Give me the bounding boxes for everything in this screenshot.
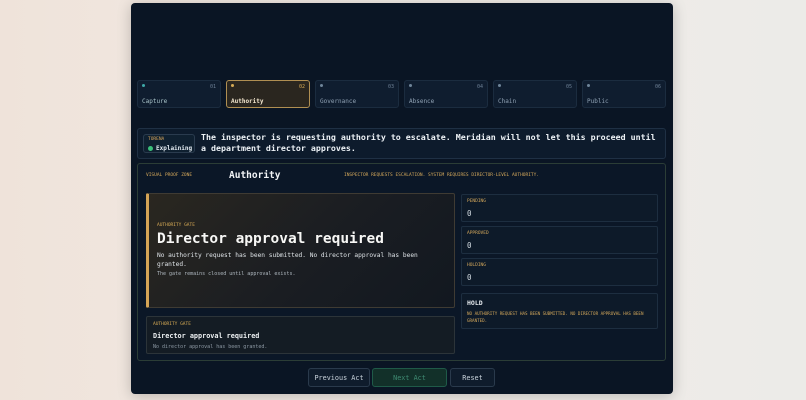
authority-gate-card: AUTHORITY GATE Director approval require…: [146, 193, 455, 308]
tab-number: 05: [565, 84, 572, 90]
status-dot-icon: [148, 146, 153, 151]
zone-tag: VISUAL PROOF ZONE: [146, 173, 193, 178]
tab-number: 01: [209, 84, 216, 90]
zone-note: INSPECTOR REQUESTS ESCALATION. SYSTEM RE…: [344, 173, 540, 178]
status-dot-icon: [231, 84, 234, 87]
status-dot-icon: [409, 84, 412, 87]
stat-holding: HOLDING 0: [461, 258, 658, 286]
summary-description: No director approval has been granted.: [153, 344, 268, 350]
speaker-state: Explaining: [156, 145, 193, 152]
tab-label: Authority: [231, 98, 264, 105]
authority-gate-summary: AUTHORITY GATE Director approval require…: [146, 316, 455, 354]
status-dot-icon: [587, 84, 590, 87]
status-dot-icon: [142, 84, 145, 87]
tab-label: Capture: [142, 98, 168, 105]
visual-proof-zone: VISUAL PROOF ZONE Authority INSPECTOR RE…: [137, 163, 666, 361]
tab-label: Absence: [409, 98, 435, 105]
hold-description: NO AUTHORITY REQUEST HAS BEEN SUBMITTED.…: [467, 311, 644, 323]
summary-title: Director approval required: [153, 332, 260, 340]
tab-absence[interactable]: 04 Absence: [404, 80, 488, 108]
hold-status-card: HOLD NO AUTHORITY REQUEST HAS BEEN SUBMI…: [461, 293, 658, 329]
zone-title: Authority: [229, 170, 281, 181]
tab-governance[interactable]: 03 Governance: [315, 80, 399, 108]
gate-tag: AUTHORITY GATE: [157, 223, 195, 228]
tab-number: 03: [387, 84, 394, 90]
status-dot-icon: [498, 84, 501, 87]
stat-value: 0: [467, 273, 472, 282]
tab-authority[interactable]: 02 Authority: [226, 80, 310, 108]
gate-title: Director approval required: [157, 231, 384, 247]
gate-note: The gate remains closed until approval e…: [157, 271, 296, 277]
stat-approved: APPROVED 0: [461, 226, 658, 254]
speaker-chip: TORENA Explaining: [143, 134, 195, 153]
act-tabs: 01 Capture 02 Authority 03 Governance 04…: [137, 80, 667, 110]
tab-number: 02: [298, 84, 305, 90]
stat-value: 0: [467, 241, 472, 250]
narration-banner: TORENA Explaining The inspector is reque…: [137, 128, 666, 159]
tab-chain[interactable]: 05 Chain: [493, 80, 577, 108]
app-window: 01 Capture 02 Authority 03 Governance 04…: [131, 3, 673, 394]
gate-description: No authority request has been submitted.…: [157, 252, 418, 268]
tab-public[interactable]: 06 Public: [582, 80, 666, 108]
summary-tag: AUTHORITY GATE: [153, 322, 191, 327]
tab-label: Chain: [498, 98, 517, 105]
reset-button[interactable]: Reset: [450, 368, 495, 387]
previous-act-button[interactable]: Previous Act: [308, 368, 370, 387]
stat-label: HOLDING: [467, 263, 486, 268]
status-dot-icon: [320, 84, 323, 87]
stat-label: PENDING: [467, 199, 486, 204]
narration-text: The inspector is requesting authority to…: [201, 132, 656, 153]
tab-capture[interactable]: 01 Capture: [137, 80, 221, 108]
stat-value: 0: [467, 209, 472, 218]
stat-label: APPROVED: [467, 231, 489, 236]
tab-number: 06: [654, 84, 661, 90]
speaker-name: TORENA: [148, 137, 165, 142]
tab-number: 04: [476, 84, 483, 90]
stat-pending: PENDING 0: [461, 194, 658, 222]
hold-label: HOLD: [467, 299, 483, 307]
tab-label: Governance: [320, 98, 357, 105]
tab-label: Public: [587, 98, 609, 105]
next-act-button[interactable]: Next Act: [372, 368, 447, 387]
